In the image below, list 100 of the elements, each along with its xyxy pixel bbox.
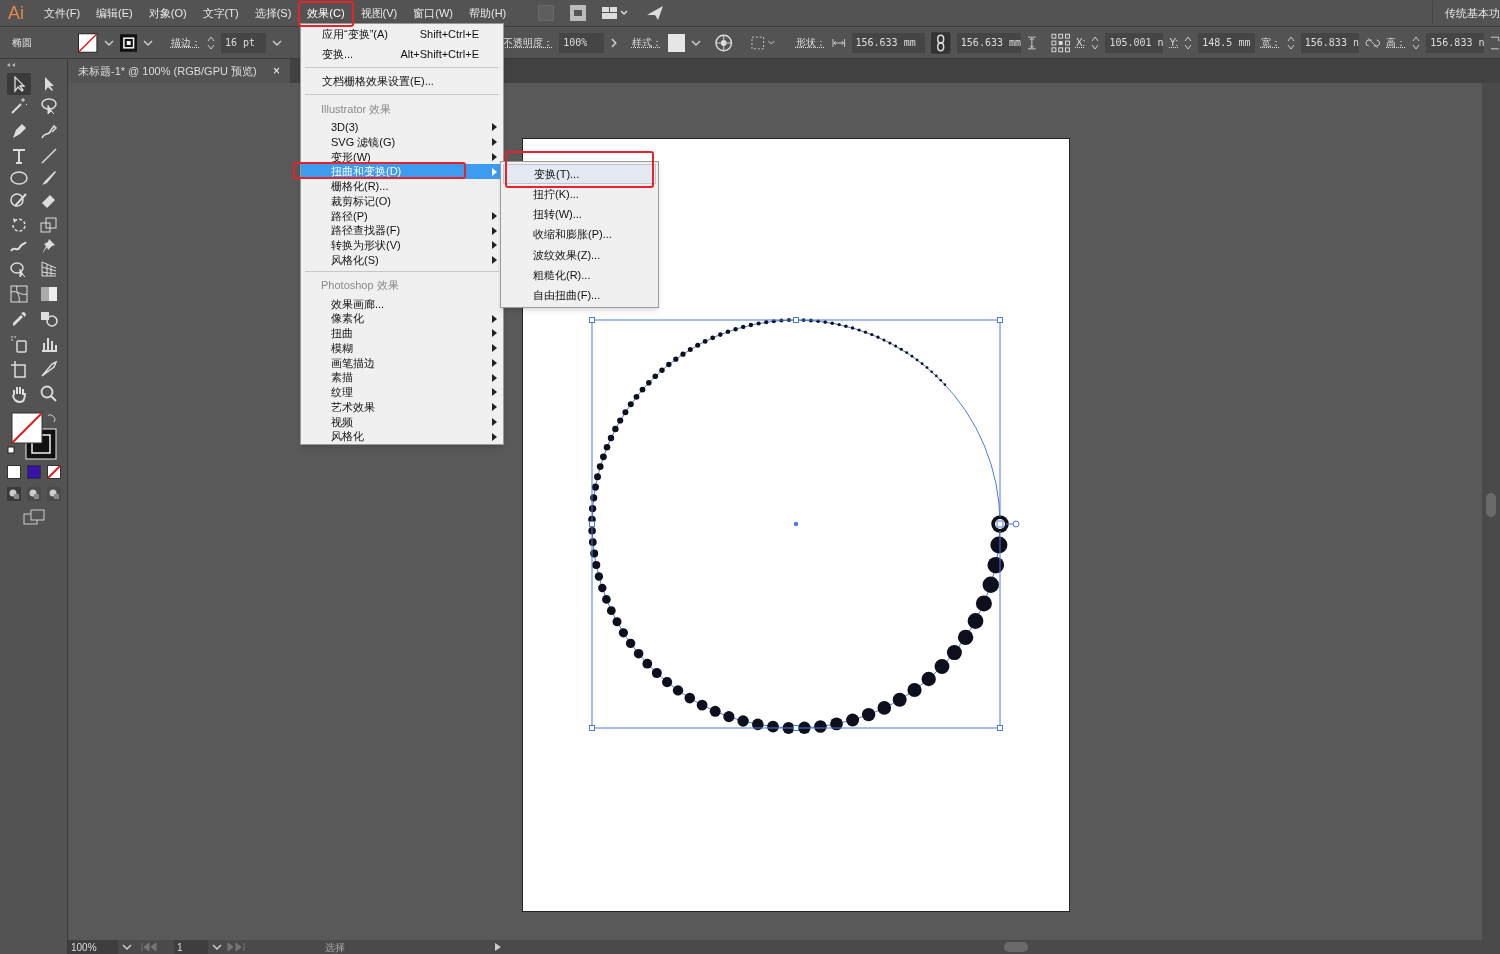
shape-width-field[interactable]: 156.633 mm (851, 32, 926, 53)
menu-item[interactable]: 路径(P) (301, 208, 503, 224)
menu-item[interactable]: 效果画廊... (301, 296, 503, 312)
blob-brush-icon[interactable] (8, 190, 29, 210)
color-mode-icon[interactable] (6, 465, 21, 479)
menu-item[interactable]: 视图(V) (352, 2, 406, 24)
menu-item[interactable]: 素描 (301, 370, 503, 385)
symbol-sprayer-icon[interactable] (8, 334, 29, 354)
menu-item[interactable]: 3D(3) (301, 120, 503, 135)
widget-handle-icon[interactable] (1005, 520, 1020, 528)
mesh-tool-icon[interactable] (8, 284, 29, 304)
caret-icon[interactable] (212, 943, 222, 951)
workspace-switcher[interactable]: 传统基本功 (1432, 1, 1500, 25)
play-icon[interactable] (494, 942, 502, 952)
draw-normal-icon[interactable] (6, 487, 21, 501)
none-mode-icon[interactable] (46, 465, 61, 479)
caret-icon[interactable] (691, 38, 702, 47)
reference-point-icon[interactable] (1050, 32, 1070, 53)
caret-icon[interactable] (271, 38, 282, 47)
close-tab-button[interactable]: × (273, 62, 280, 80)
menu-item[interactable]: 画笔描边 (301, 355, 503, 371)
artboard-tool-icon[interactable] (8, 359, 29, 379)
stroke-weight-field[interactable]: 16 pt (220, 32, 266, 53)
ellipse-tool-icon[interactable] (8, 168, 29, 188)
document-tab[interactable]: 未标题-1* @ 100% (RGB/GPU 预览) × (68, 59, 290, 83)
menu-item[interactable]: 栅格化(R)... (301, 179, 503, 194)
spinner-icon[interactable] (206, 34, 215, 51)
align-icon[interactable] (1490, 35, 1500, 50)
spinner-icon[interactable] (1412, 34, 1421, 51)
width-field[interactable]: 156.833 n (1300, 32, 1359, 53)
height-field[interactable]: 156.833 n (1426, 32, 1485, 53)
menu-item[interactable]: 文字(T) (194, 2, 247, 24)
shape-label: 形状： (795, 36, 826, 50)
menu-item[interactable]: 文档栅格效果设置(E)... (301, 71, 503, 91)
menu-item[interactable]: 收缩和膨胀(P)... (503, 224, 656, 245)
menu-item[interactable]: 视频 (301, 414, 503, 430)
layout-icon[interactable] (602, 6, 631, 20)
app-logo: Ai (7, 4, 25, 22)
menu-item[interactable]: 波纹效果(Z)... (503, 244, 656, 265)
menu-item[interactable]: 文件(F) (36, 2, 89, 24)
menu-item[interactable]: 风格化 (301, 429, 503, 444)
caret-icon[interactable] (142, 38, 153, 47)
link-icon[interactable] (931, 31, 951, 54)
menu-item[interactable]: 扭曲 (301, 326, 503, 341)
vertical-scrollbar[interactable] (1482, 83, 1500, 940)
anchor-point-icon[interactable] (993, 517, 1007, 531)
menu-item[interactable]: 纹理 (301, 385, 503, 400)
y-field[interactable]: 148.5 mm (1198, 32, 1255, 53)
menu-item[interactable]: 风格化(S) (301, 252, 503, 268)
lasso-icon[interactable] (38, 96, 59, 116)
menu-item[interactable]: 模糊 (301, 340, 503, 356)
draw-behind-icon[interactable] (26, 487, 41, 501)
menu-item[interactable]: 像素化 (301, 311, 503, 326)
y-label: Y: (1169, 36, 1179, 50)
menu-item[interactable]: 路径查找器(F) (301, 223, 503, 238)
menu-item[interactable]: 变换... Alt+Shift+Ctrl+E (301, 44, 503, 64)
menu-item[interactable]: 自由扭曲(F)... (503, 285, 656, 306)
menu-item[interactable]: 选择(S) (246, 2, 300, 24)
scale-tool-icon[interactable] (38, 215, 59, 235)
spinner-icon[interactable] (1286, 34, 1295, 51)
unlink-icon[interactable] (1364, 36, 1381, 49)
rocket-icon[interactable] (646, 5, 665, 21)
spinner-icon[interactable] (1184, 34, 1193, 51)
menu-item[interactable]: 扭拧(K)... (503, 184, 656, 205)
zoom-tool-icon[interactable] (38, 384, 59, 404)
menu-item[interactable]: 变换(T)... (503, 164, 656, 185)
gradient-tool-icon[interactable] (38, 284, 59, 304)
fill-swatch-icon[interactable] (78, 32, 98, 53)
x-field[interactable]: 105.001 n (1105, 32, 1164, 53)
style-swatch[interactable] (667, 33, 686, 52)
opacity-field[interactable]: 100% (559, 32, 605, 53)
caret-icon[interactable] (122, 943, 132, 951)
menu-item[interactable]: 转换为形状(V) (301, 238, 503, 253)
draw-inside-icon[interactable] (46, 487, 61, 501)
caret-icon[interactable] (103, 38, 114, 47)
shape-height-field[interactable]: 156.633 mm (956, 32, 1021, 53)
menu-item[interactable]: 对象(O) (140, 2, 195, 24)
menu-item[interactable]: 粗糙化(R)... (503, 264, 656, 286)
blend-tool-icon[interactable] (38, 309, 59, 329)
menu-item[interactable]: 变形(W) (301, 149, 503, 165)
menu-item[interactable]: 帮助(H) (461, 2, 515, 24)
stock-icon[interactable] (570, 5, 587, 21)
screen-mode-icon[interactable] (22, 509, 45, 525)
zoom-field[interactable]: 100% (68, 940, 118, 954)
chevron-right-icon[interactable] (610, 36, 618, 49)
current-tool-label: 选择 (324, 940, 346, 954)
menu-item[interactable]: 裁剪标记(O) (301, 193, 503, 209)
perspective-grid-icon[interactable] (38, 259, 59, 279)
menu-item[interactable]: 窗口(W) (405, 2, 461, 24)
menu-item[interactable]: 编辑(E) (88, 2, 141, 24)
spinner-icon[interactable] (1091, 34, 1100, 51)
transform-grid-icon[interactable] (750, 34, 778, 51)
menu-item[interactable]: 扭转(W)... (503, 204, 656, 225)
knife-tool-icon[interactable] (38, 359, 59, 379)
globe-icon[interactable] (715, 33, 733, 52)
menu-item[interactable]: SVG 滤镜(G) (301, 134, 503, 150)
artboard-field[interactable]: 1 (174, 940, 208, 954)
menu-item[interactable]: 应用“变换”(A) Shift+Ctrl+E (301, 24, 503, 44)
stroke-swatch-icon[interactable] (119, 33, 137, 52)
menu-item[interactable]: 艺术效果 (301, 399, 503, 415)
